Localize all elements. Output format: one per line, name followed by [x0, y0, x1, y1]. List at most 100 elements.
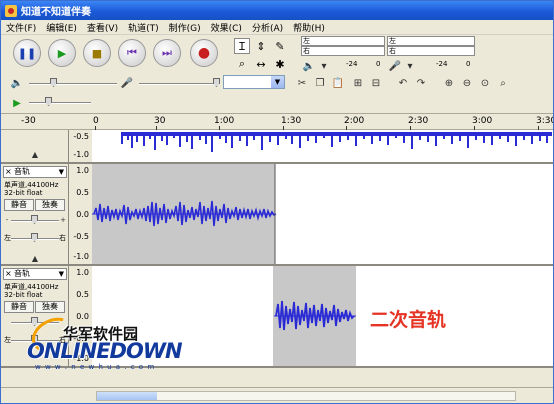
- menu-tracks[interactable]: 轨道(T): [123, 21, 164, 34]
- pause-button[interactable]: ❚❚: [13, 39, 41, 67]
- input-meter-dropdown-icon[interactable]: ▾: [402, 58, 418, 74]
- menu-file[interactable]: 文件(F): [1, 21, 41, 34]
- output-meter-right-label: 右: [303, 47, 310, 55]
- input-meter-left-label: 左: [389, 37, 396, 45]
- menu-edit[interactable]: 编辑(E): [41, 21, 82, 34]
- track-3-name-dropdown[interactable]: × 音轨 ▼: [3, 268, 67, 280]
- trim-icon[interactable]: ⊞: [350, 75, 366, 91]
- output-volume-icon: 🔈: [10, 77, 24, 89]
- track-2-bits: 32-bit float: [4, 189, 43, 197]
- annotation-text: 二次音轨: [370, 309, 447, 331]
- track-3-bits: 32-bit float: [4, 291, 43, 299]
- menu-view[interactable]: 查看(V): [82, 21, 123, 34]
- paste-icon[interactable]: 📋: [330, 75, 346, 91]
- undo-icon[interactable]: ↶: [395, 75, 411, 91]
- ruler-label: 0: [93, 116, 99, 126]
- window-title: 知道不知道伴奏: [21, 7, 91, 18]
- track-1-info[interactable]: ▲: [1, 130, 69, 162]
- menu-effect[interactable]: 效果(C): [206, 21, 247, 34]
- cut-icon[interactable]: ✂: [294, 75, 310, 91]
- ruler-label: 1:30: [281, 116, 302, 126]
- track-2-solo-button[interactable]: 独奏: [35, 199, 65, 211]
- toolbar-area: ❚❚ ▶ ■ ⏮ ⏭ ● Ｉ ⇕ ✎ ⌕ ↔ ✱ 左 右 左 右 🔈 ▾ -24…: [1, 35, 553, 113]
- menu-help[interactable]: 帮助(H): [288, 21, 330, 34]
- timeline-ruler[interactable]: -30 0 30 1:00 1:30 2:00 2:30 3:00 3:30: [1, 113, 553, 130]
- track-2: × 音轨 ▼ 单声道,44100Hz 32-bit float 静音 独奏 - …: [1, 164, 553, 266]
- watermark-url: w w w . n e w h u a . c o m: [35, 363, 156, 371]
- collapse-icon[interactable]: ▲: [27, 146, 43, 162]
- play-at-speed-icon[interactable]: ▶: [9, 95, 25, 111]
- draw-tool-icon[interactable]: ✎: [272, 38, 288, 54]
- audacity-window: 知道不知道伴奏 文件(F) 编辑(E) 查看(V) 轨道(T) 制作(G) 效果…: [0, 0, 554, 404]
- skip-start-icon: ⏮: [127, 46, 137, 59]
- input-volume-icon: 🎤: [120, 77, 134, 89]
- speed-slider[interactable]: [29, 102, 91, 104]
- ruler-label: 1:00: [214, 116, 235, 126]
- zoom-tool-icon[interactable]: ⌕: [234, 56, 250, 72]
- track-3-pan-left-label: 左: [4, 336, 11, 344]
- ruler-label: 2:30: [408, 116, 429, 126]
- status-area: [1, 387, 553, 403]
- track-2-pan-thumb[interactable]: [31, 233, 38, 242]
- scale-label: -0.5: [73, 232, 89, 241]
- microphone-icon[interactable]: 🎤: [387, 58, 403, 74]
- redo-icon[interactable]: ↷: [413, 75, 429, 91]
- output-volume-thumb[interactable]: [50, 78, 57, 87]
- multi-tool-icon[interactable]: ✱: [272, 56, 288, 72]
- horizontal-scrollbar[interactable]: [96, 391, 516, 401]
- play-button[interactable]: ▶: [48, 39, 76, 67]
- output-meter-right: [301, 46, 385, 56]
- zoom-out-icon[interactable]: ⊖: [459, 75, 475, 91]
- play-icon: ▶: [57, 46, 67, 60]
- envelope-tool-icon[interactable]: ⇕: [253, 38, 269, 54]
- track-1-waveform[interactable]: [92, 130, 553, 162]
- menu-analyze[interactable]: 分析(A): [247, 21, 288, 34]
- ruler-label: -30: [21, 116, 36, 126]
- speed-thumb[interactable]: [45, 97, 52, 106]
- collapse-icon[interactable]: ▲: [27, 250, 43, 266]
- title-bar[interactable]: 知道不知道伴奏: [1, 1, 553, 20]
- meter-dropdown-icon[interactable]: ▾: [316, 58, 332, 74]
- input-meter-tick-1: -24: [436, 60, 448, 68]
- track-2-mute-button[interactable]: 静音: [4, 199, 34, 211]
- menu-bar: 文件(F) 编辑(E) 查看(V) 轨道(T) 制作(G) 效果(C) 分析(A…: [1, 20, 553, 35]
- plus-icon: +: [60, 216, 66, 224]
- track-3-solo-button[interactable]: 独奏: [35, 301, 65, 313]
- track-2-waveform[interactable]: [92, 164, 553, 264]
- menu-generate[interactable]: 制作(G): [164, 21, 206, 34]
- input-meter-tick-2: 0: [466, 60, 471, 68]
- record-button[interactable]: ●: [190, 39, 218, 67]
- track-3-gain-thumb[interactable]: [31, 317, 38, 326]
- selection-tool-icon[interactable]: Ｉ: [234, 38, 250, 54]
- track-1-scale: -0.5 -1.0: [70, 130, 92, 162]
- ruler-label: 3:30: [536, 116, 553, 126]
- input-meter-left: [387, 36, 475, 46]
- close-icon[interactable]: ×: [5, 167, 12, 177]
- track-3-mute-button[interactable]: 静音: [4, 301, 34, 313]
- zoom-in-icon[interactable]: ⊕: [441, 75, 457, 91]
- output-meter-left-label: 左: [303, 37, 310, 45]
- skip-start-button[interactable]: ⏮: [118, 39, 146, 67]
- fit-selection-icon[interactable]: ⊙: [477, 75, 493, 91]
- track-2-gain-thumb[interactable]: [31, 215, 38, 224]
- input-volume-slider[interactable]: [139, 83, 219, 85]
- horizontal-scrollbar-thumb[interactable]: [97, 392, 157, 400]
- input-volume-thumb[interactable]: [213, 78, 220, 87]
- timeshift-tool-icon[interactable]: ↔: [253, 56, 269, 72]
- skip-end-button[interactable]: ⏭: [153, 39, 181, 67]
- copy-icon[interactable]: ❐: [312, 75, 328, 91]
- stop-button[interactable]: ■: [83, 39, 111, 67]
- speaker-icon[interactable]: 🔈: [301, 58, 317, 74]
- track-2-info[interactable]: × 音轨 ▼ 单声道,44100Hz 32-bit float 静音 独奏 - …: [1, 164, 69, 264]
- track-2-pan-right-label: 右: [59, 234, 66, 242]
- skip-end-icon: ⏭: [162, 46, 172, 59]
- track-2-name-dropdown[interactable]: × 音轨 ▼: [3, 166, 67, 178]
- scale-label: 0.0: [76, 210, 89, 219]
- output-volume-slider[interactable]: [29, 83, 117, 85]
- fit-project-icon[interactable]: ⌕: [495, 75, 511, 91]
- input-source-select[interactable]: ▼: [223, 75, 285, 89]
- track-2-scale: 1.0 0.5 0.0 -0.5 -1.0: [70, 164, 92, 264]
- input-meter-right: [387, 46, 475, 56]
- close-icon[interactable]: ×: [5, 269, 12, 279]
- silence-icon[interactable]: ⊟: [368, 75, 384, 91]
